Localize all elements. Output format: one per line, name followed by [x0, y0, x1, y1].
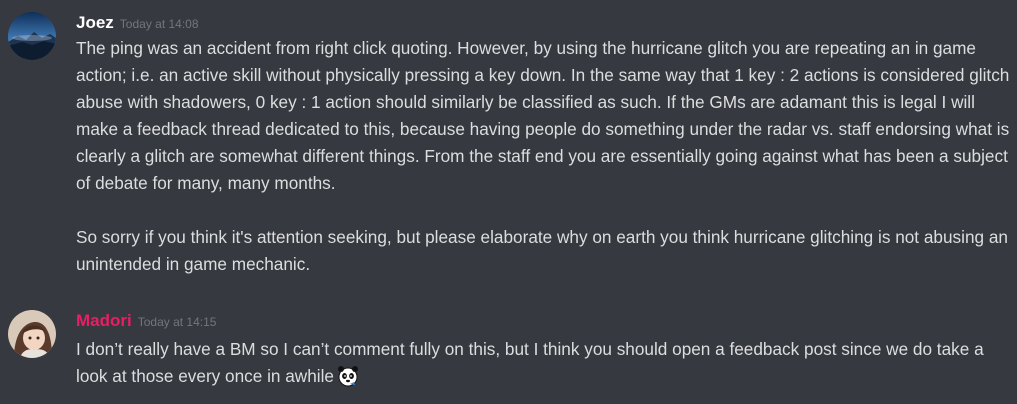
- message-joez: Joez Today at 14:08 The ping was an accid…: [0, 0, 1017, 290]
- timestamp: Today at 14:15: [137, 315, 217, 329]
- message-content: The ping was an accident from right clic…: [76, 35, 1012, 278]
- username[interactable]: Joez: [76, 13, 114, 32]
- message-madori: Madori Today at 14:15 I don’t really have…: [0, 300, 1017, 404]
- message-paragraph: So sorry if you think it's attention see…: [76, 227, 1008, 274]
- message-header: Madori Today at 14:15: [76, 311, 216, 333]
- message-paragraph: I don’t really have a BM so I can’t comm…: [76, 336, 1006, 390]
- message-paragraph: The ping was an accident from right clic…: [76, 38, 1010, 193]
- message-header: Joez Today at 14:08: [76, 13, 199, 35]
- message-text: I don’t really have a BM so I can’t comm…: [76, 339, 984, 386]
- panda-thinking-emoji: [336, 364, 360, 388]
- username[interactable]: Madori: [76, 311, 132, 330]
- mountain-landscape-avatar[interactable]: [8, 12, 56, 60]
- message-content: I don’t really have a BM so I can’t comm…: [76, 336, 1006, 390]
- timestamp: Today at 14:08: [119, 17, 199, 31]
- anime-girl-avatar[interactable]: [8, 310, 56, 358]
